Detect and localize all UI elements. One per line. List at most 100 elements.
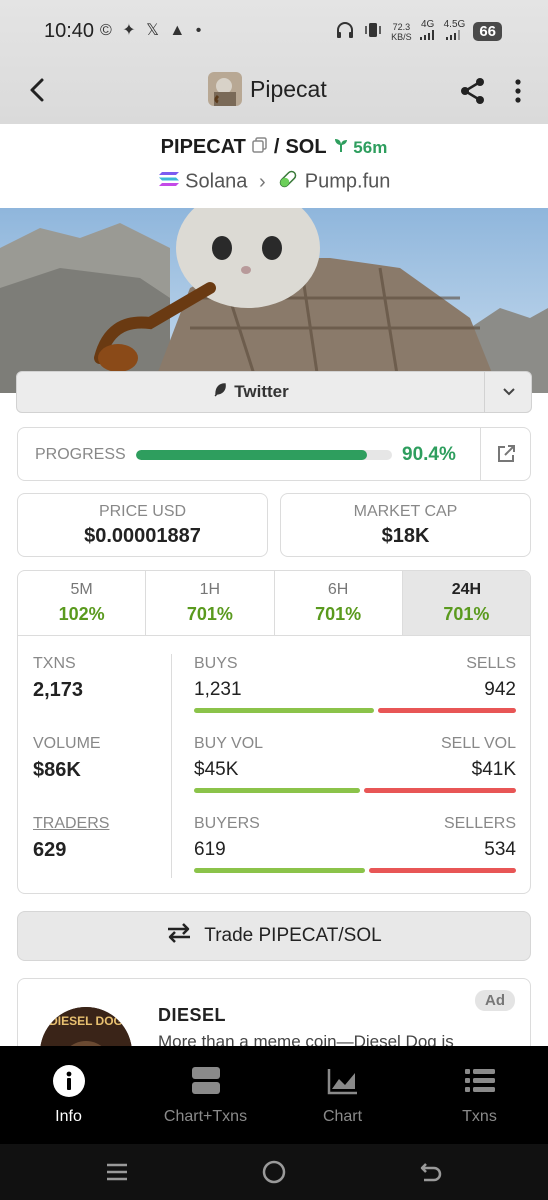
sellers-label: SELLERS: [443, 815, 516, 832]
app-header: 10:40 © ✦ 𝕏 ▲ • 72.3KB/S 4G 4.5G 66 Pip: [0, 0, 548, 124]
tab-5m[interactable]: 5M 102%: [18, 571, 147, 635]
solana-icon: [158, 171, 186, 193]
pair-header: PIPECAT / SOL 56m: [0, 136, 548, 159]
timeframe-tabs: 5M 102% 1H 701% 6H 701% 24H 701%: [18, 571, 530, 636]
dex-name[interactable]: Pump.fun: [305, 171, 391, 193]
pill-icon: [277, 170, 305, 195]
pair-separator: /: [273, 136, 280, 158]
data-rate: 72.3 KB/S: [391, 21, 412, 42]
status-bar: 10:40 © ✦ 𝕏 ▲ • 72.3 KB/S 4G 4.5G 66: [0, 16, 548, 50]
more-vertical-icon: [515, 79, 521, 103]
chain-name[interactable]: Solana: [185, 171, 247, 193]
sellers-bar: [368, 868, 516, 873]
sells-bar: [378, 708, 516, 713]
bonding-progress-card: PROGRESS 90.4%: [17, 427, 531, 481]
progress-fill: [136, 450, 368, 460]
open-external-button[interactable]: [480, 428, 531, 480]
token-banner-image: [0, 208, 548, 393]
stats-divider: [171, 654, 172, 878]
sprout-icon: [334, 139, 347, 152]
nav-chart[interactable]: Chart: [274, 1046, 411, 1144]
info-icon: [0, 1064, 137, 1098]
external-link-icon: [498, 445, 515, 462]
buy-sell-volume-split: BUY VOL SELL VOL $45K $41K: [194, 735, 516, 793]
back-button[interactable]: [22, 74, 54, 106]
buys-value: 1,231: [194, 679, 242, 700]
quote-symbol: SOL: [285, 136, 327, 158]
network-4g: 4G: [419, 20, 436, 43]
token-title: Pipecat: [208, 72, 327, 106]
progress-bar: [136, 450, 392, 460]
market-cap-card: MARKET CAP $18K: [280, 493, 531, 557]
buy-vol-value: $45K: [194, 759, 239, 780]
copy-icon[interactable]: [252, 136, 268, 153]
buys-sells-split: BUYS SELLS 1,231 942: [194, 655, 516, 713]
social-links-dropdown[interactable]: [484, 372, 532, 412]
nav-chart-txns-label: Chart+Txns: [163, 1108, 248, 1125]
market-cap-label: MARKET CAP: [353, 503, 458, 520]
nav-info-label: Info: [55, 1108, 82, 1125]
sell-vol-value: $41K: [471, 759, 516, 780]
buy-vol-bar: [194, 788, 361, 793]
buyers-value: 619: [194, 839, 226, 860]
buys-sells-bar: [194, 708, 516, 713]
buys-label: BUYS: [194, 655, 238, 672]
volume-bar: [194, 788, 516, 793]
ad-title: DIESEL: [158, 1005, 227, 1025]
list-icon: [411, 1064, 548, 1098]
trade-button[interactable]: Trade PIPECAT/SOL: [17, 911, 531, 961]
vibrate-icon: [363, 21, 383, 42]
sells-value: 942: [484, 679, 516, 700]
home-button[interactable]: [259, 1158, 289, 1186]
traders-metric: TRADERS 629: [33, 815, 110, 861]
nav-chart-txns[interactable]: Chart+Txns: [137, 1046, 274, 1144]
chevron-left-icon: [30, 78, 44, 102]
buyers-label: BUYERS: [194, 815, 260, 832]
sellers-value: 534: [484, 839, 516, 860]
status-time: 10:40: [44, 20, 95, 42]
toolbar: Pipecat: [0, 62, 548, 118]
tab-24h[interactable]: 24H 701%: [402, 571, 530, 635]
ad-image-text: DIESEL DOG: [49, 1014, 123, 1028]
progress-label: PROGRESS: [35, 446, 126, 463]
system-back-button[interactable]: [416, 1158, 446, 1186]
social-links-bar: Twitter: [16, 371, 532, 413]
home-circle-icon: [262, 1160, 286, 1184]
twitter-button[interactable]: Twitter: [17, 372, 484, 412]
price-label: PRICE USD: [98, 503, 187, 520]
chevron-right-icon: ›: [259, 170, 266, 193]
market-cap-value: $18K: [381, 525, 430, 547]
network-45g: 4.5G: [444, 20, 465, 43]
chain-breadcrumb: Solana › Pump.fun: [0, 168, 548, 196]
area-chart-icon: [274, 1064, 411, 1098]
bottom-nav: Info Chart+Txns Chart Txns: [0, 1046, 548, 1144]
recents-icon: [107, 1163, 127, 1181]
system-back-icon: [420, 1163, 442, 1182]
chevron-down-icon: [502, 388, 515, 396]
sells-label: SELLS: [466, 655, 516, 672]
notification-icons: © ✦ 𝕏 ▲ •: [100, 22, 205, 39]
price-value: $0.00001887: [84, 525, 201, 547]
pair-age: 56m: [333, 137, 387, 158]
status-right: 72.3 KB/S 4G 4.5G 66: [335, 20, 502, 43]
tab-1h[interactable]: 1H 701%: [146, 571, 275, 635]
battery-indicator: 66: [473, 22, 502, 41]
more-options-button[interactable]: [508, 76, 528, 106]
nav-info[interactable]: Info: [0, 1046, 137, 1144]
traders-link[interactable]: TRADERS: [33, 815, 109, 833]
tab-6h[interactable]: 6H 701%: [275, 571, 403, 635]
buys-bar: [194, 708, 375, 713]
buyers-sellers-split: BUYERS SELLERS 619 534: [194, 815, 516, 873]
nav-txns[interactable]: Txns: [411, 1046, 548, 1144]
share-button[interactable]: [458, 76, 488, 106]
page-title: Pipecat: [250, 75, 327, 102]
base-symbol: PIPECAT: [160, 136, 246, 158]
recent-apps-button[interactable]: [102, 1158, 132, 1186]
price-usd-card: PRICE USD $0.00001887: [17, 493, 268, 557]
system-nav-bar: [0, 1144, 548, 1200]
sell-vol-bar: [364, 788, 516, 793]
twitter-label: Twitter: [234, 382, 289, 401]
progress-value: 90.4%: [402, 444, 456, 465]
stats-panel: 5M 102% 1H 701% 6H 701% 24H 701% TXNS 2,…: [17, 570, 531, 894]
trade-label: Trade PIPECAT/SOL: [204, 925, 382, 946]
